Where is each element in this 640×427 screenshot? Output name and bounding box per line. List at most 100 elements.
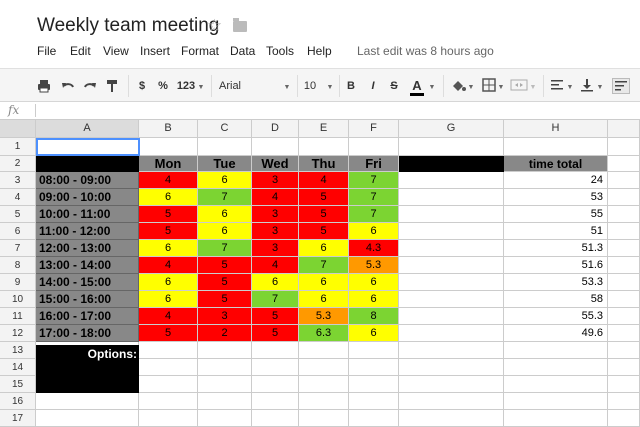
font-family-select[interactable]: Arial [219,78,259,94]
grid-cell[interactable] [608,291,640,308]
header-cell-g2[interactable] [399,156,504,172]
header-cell-a2[interactable] [36,156,139,172]
score-cell[interactable]: 5.3 [349,257,399,274]
chevron-down-icon[interactable]: ▼ [497,78,505,94]
row-header-8[interactable]: 8 [0,257,36,274]
grid-cell[interactable] [299,138,349,156]
grid-cell[interactable] [399,257,504,274]
grid-cell[interactable] [608,240,640,257]
grid-cell[interactable] [36,393,139,410]
score-cell[interactable]: 6 [139,274,198,291]
menu-help[interactable]: Help [307,44,332,58]
grid-cell[interactable] [252,342,299,359]
time-slot-label[interactable]: 08:00 - 09:00 [36,172,139,189]
grid-cell[interactable] [608,393,640,410]
row-header-11[interactable]: 11 [0,308,36,325]
score-cell[interactable]: 5 [252,325,299,342]
currency-format-button[interactable]: $ [136,78,148,94]
row-header-4[interactable]: 4 [0,189,36,206]
score-cell[interactable]: 6 [299,274,349,291]
align-left-icon[interactable] [550,78,564,94]
grid-cell[interactable] [504,376,608,393]
chevron-down-icon[interactable]: ▼ [596,78,604,94]
score-cell[interactable]: 6.3 [299,325,349,342]
grid-cell[interactable] [349,138,399,156]
grid-cell[interactable] [252,393,299,410]
time-slot-label[interactable]: 15:00 - 16:00 [36,291,139,308]
time-slot-label[interactable]: 13:00 - 14:00 [36,257,139,274]
score-cell[interactable]: 5 [139,223,198,240]
grid-cell[interactable] [349,342,399,359]
grid-cell[interactable] [299,393,349,410]
grid-cell[interactable] [399,308,504,325]
score-cell[interactable]: 6 [299,291,349,308]
number-format-button[interactable]: 123 [176,78,196,94]
grid-cell[interactable] [299,342,349,359]
time-slot-label[interactable]: 11:00 - 12:00 [36,223,139,240]
time-slot-label[interactable]: 10:00 - 11:00 [36,206,139,223]
grid-cell[interactable] [252,138,299,156]
grid-cell[interactable] [608,308,640,325]
select-all-corner[interactable] [0,120,36,138]
document-title[interactable]: Weekly team meeting [37,15,219,37]
row-header-9[interactable]: 9 [0,274,36,291]
grid-cell[interactable] [399,393,504,410]
grid-cell[interactable] [139,342,198,359]
menu-tools[interactable]: Tools [266,44,294,58]
grid-cell[interactable] [399,325,504,342]
column-header-e[interactable]: E [299,120,349,138]
score-cell[interactable]: 7 [349,206,399,223]
time-total-value[interactable]: 51.6 [504,257,608,274]
score-cell[interactable]: 5 [198,291,252,308]
menu-view[interactable]: View [103,44,129,58]
score-cell[interactable]: 7 [349,172,399,189]
score-cell[interactable]: 5 [299,206,349,223]
time-slot-label[interactable]: 17:00 - 18:00 [36,325,139,342]
score-cell[interactable]: 5 [198,274,252,291]
grid-cell[interactable] [608,206,640,223]
column-header-g[interactable]: G [399,120,504,138]
score-cell[interactable]: 5 [198,257,252,274]
column-header-a[interactable]: A [36,120,139,138]
score-cell[interactable]: 6 [139,291,198,308]
score-cell[interactable]: 6 [139,240,198,257]
grid-cell[interactable] [399,359,504,376]
bold-button[interactable]: B [345,78,357,94]
folder-icon[interactable] [233,18,247,32]
column-header-d[interactable]: D [252,120,299,138]
grid-cell[interactable] [608,342,640,359]
score-cell[interactable]: 7 [198,189,252,206]
percent-format-button[interactable]: % [157,78,169,94]
row-header-16[interactable]: 16 [0,393,36,410]
grid-cell[interactable] [399,274,504,291]
grid-cell[interactable] [608,156,640,172]
grid-cell[interactable] [608,257,640,274]
score-cell[interactable]: 3 [252,172,299,189]
time-total-header[interactable]: time total [504,156,608,172]
grid-cell[interactable] [198,138,252,156]
day-header-thu[interactable]: Thu [299,156,349,172]
grid-cell[interactable] [608,189,640,206]
fill-color-icon[interactable] [450,78,466,94]
time-total-value[interactable]: 24 [504,172,608,189]
time-total-value[interactable]: 58 [504,291,608,308]
time-total-value[interactable]: 51 [504,223,608,240]
score-cell[interactable]: 5 [252,308,299,325]
time-slot-label[interactable]: 12:00 - 13:00 [36,240,139,257]
score-cell[interactable]: 3 [252,240,299,257]
chevron-down-icon[interactable]: ▼ [467,78,475,94]
chevron-down-icon[interactable]: ▼ [283,78,291,94]
star-icon[interactable]: ☆ [207,16,222,36]
grid-cell[interactable] [252,359,299,376]
grid-cell[interactable] [198,342,252,359]
day-header-tue[interactable]: Tue [198,156,252,172]
score-cell[interactable]: 8 [349,308,399,325]
time-total-value[interactable]: 53 [504,189,608,206]
column-header-c[interactable]: C [198,120,252,138]
grid-cell[interactable] [399,240,504,257]
grid-cell[interactable] [608,138,640,156]
row-header-6[interactable]: 6 [0,223,36,240]
day-header-fri[interactable]: Fri [349,156,399,172]
row-header-15[interactable]: 15 [0,376,36,393]
score-cell[interactable]: 4 [252,257,299,274]
